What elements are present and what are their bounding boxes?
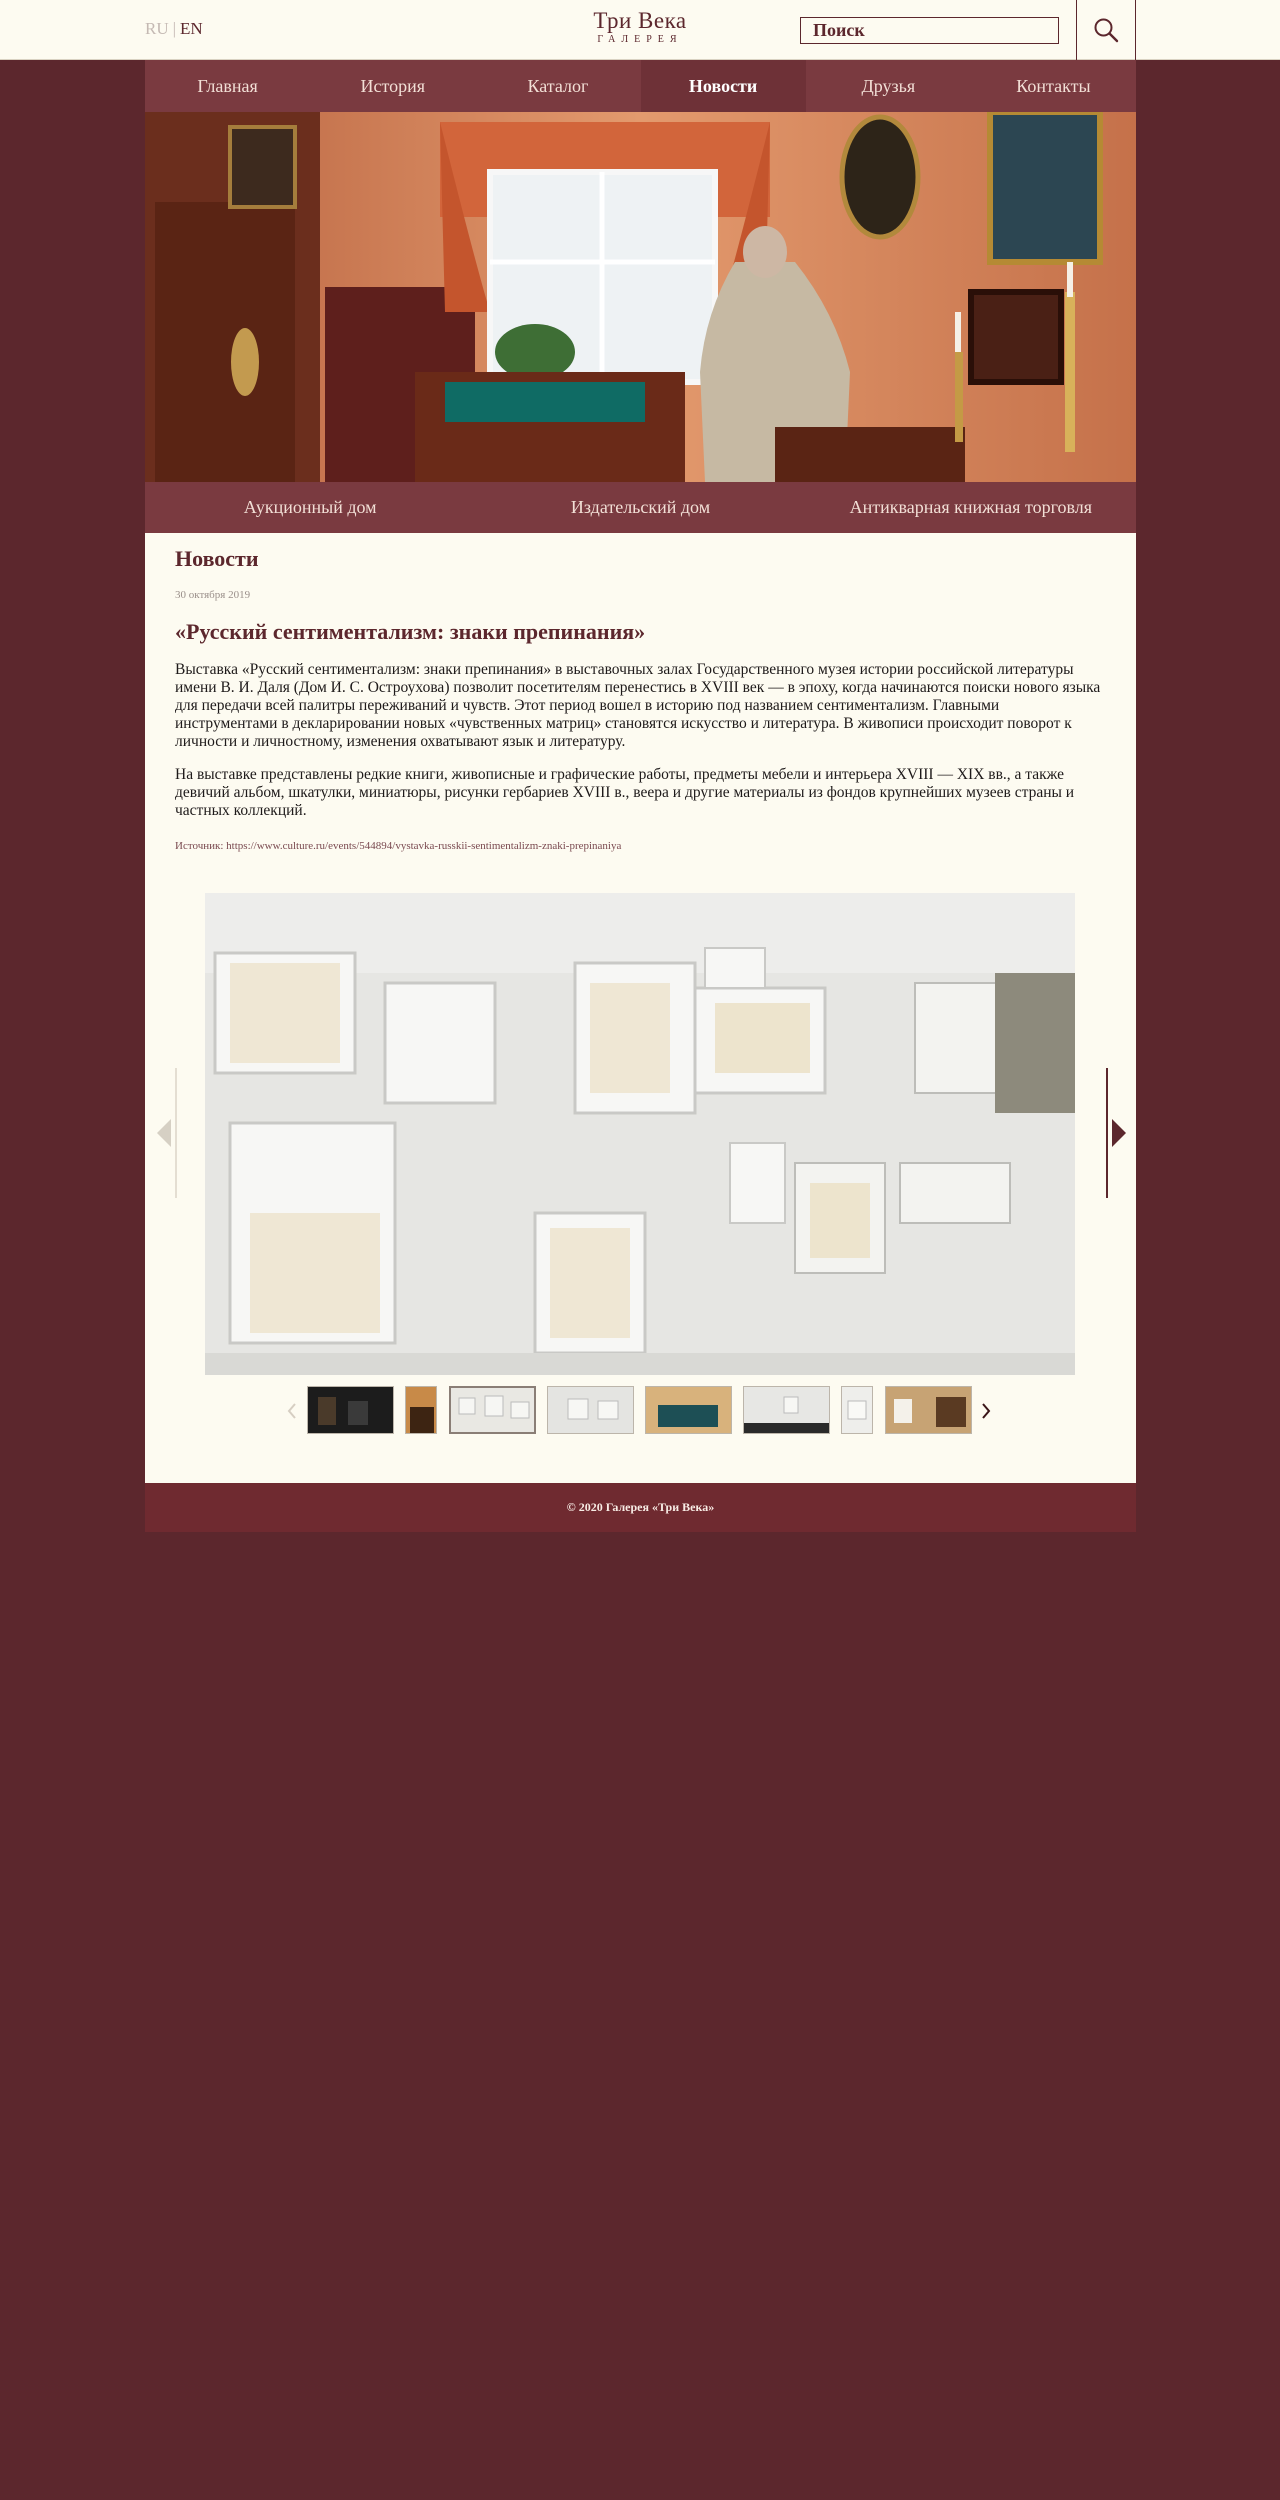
footer: © 2020 Галерея «Три Века» xyxy=(145,1483,1136,1532)
chevron-right-icon xyxy=(982,1403,991,1419)
gallery-thumbnail[interactable] xyxy=(405,1386,437,1434)
gallery-thumbnail[interactable] xyxy=(841,1386,873,1434)
nav-item-friends[interactable]: Друзья xyxy=(806,60,971,112)
hero-banner xyxy=(145,112,1136,482)
site-logo[interactable]: Три Века ГАЛЕРЕЯ xyxy=(580,8,700,46)
exhibition-photo xyxy=(205,893,1075,1375)
gallery-thumbnail[interactable] xyxy=(547,1386,634,1434)
news-content: Новости 30 октября 2019 «Русский сентиме… xyxy=(145,533,1136,1483)
article-date: 30 октября 2019 xyxy=(175,589,251,601)
subnav-item-antique-books[interactable]: Антикварная книжная торговля xyxy=(806,482,1136,533)
source-link[interactable]: https://www.culture.ru/events/544894/vys… xyxy=(226,840,621,852)
nav-item-news[interactable]: Новости xyxy=(640,60,806,112)
article-paragraph: На выставке представлены редкие книги, ж… xyxy=(175,766,1075,819)
nav-item-home[interactable]: Главная xyxy=(145,60,310,112)
logo-title: Три Века xyxy=(593,8,687,33)
gallery-thumbnail[interactable] xyxy=(885,1386,972,1434)
lang-en-link[interactable]: EN xyxy=(180,19,203,38)
subnav-item-auction[interactable]: Аукционный дом xyxy=(145,482,475,533)
chevron-left-icon xyxy=(157,1068,177,1198)
logo-subtitle: ГАЛЕРЕЯ xyxy=(597,34,683,45)
language-switcher: RU | EN xyxy=(145,19,203,39)
nav-item-contacts[interactable]: Контакты xyxy=(971,60,1136,112)
lang-ru-link[interactable]: RU xyxy=(145,19,169,38)
chevron-right-icon xyxy=(1106,1068,1126,1198)
main-nav: Главная История Каталог Новости Друзья К… xyxy=(145,60,1136,112)
footer-copyright: © 2020 Галерея «Три Века» xyxy=(566,1500,715,1514)
article-paragraph: Выставка «Русский сентиментализм: знаки … xyxy=(175,661,1101,750)
chevron-left-icon xyxy=(287,1403,296,1419)
gallery-prev-button[interactable] xyxy=(153,1063,183,1203)
nav-item-history[interactable]: История xyxy=(310,60,475,112)
page-title: Новости xyxy=(175,546,259,571)
gallery-thumbnail-active[interactable] xyxy=(449,1386,536,1434)
lang-separator: | xyxy=(172,19,177,38)
gallery-thumbnail[interactable] xyxy=(645,1386,732,1434)
search-button[interactable] xyxy=(1076,0,1136,60)
nav-item-catalog[interactable]: Каталог xyxy=(475,60,640,112)
gallery-main-image xyxy=(205,893,1075,1375)
thumbnails-prev-button[interactable] xyxy=(285,1401,299,1421)
gallery-next-button[interactable] xyxy=(1100,1063,1130,1203)
sub-nav: Аукционный дом Издательский дом Антиквар… xyxy=(145,482,1136,533)
thumbnails-next-button[interactable] xyxy=(979,1401,993,1421)
gallery-thumbnail[interactable] xyxy=(743,1386,830,1434)
article-title: «Русский сентиментализм: знаки препинани… xyxy=(175,619,646,644)
search-icon xyxy=(1094,18,1119,43)
gallery-thumbnail[interactable] xyxy=(307,1386,394,1434)
source-label: Источник: xyxy=(175,840,227,852)
article-source: Источник: https://www.culture.ru/events/… xyxy=(175,840,621,852)
top-bar: RU | EN Три Века ГАЛЕРЕЯ xyxy=(0,0,1280,60)
interior-room-image xyxy=(145,112,1136,482)
subnav-item-publishing[interactable]: Издательский дом xyxy=(475,482,805,533)
search-input[interactable] xyxy=(800,17,1059,44)
